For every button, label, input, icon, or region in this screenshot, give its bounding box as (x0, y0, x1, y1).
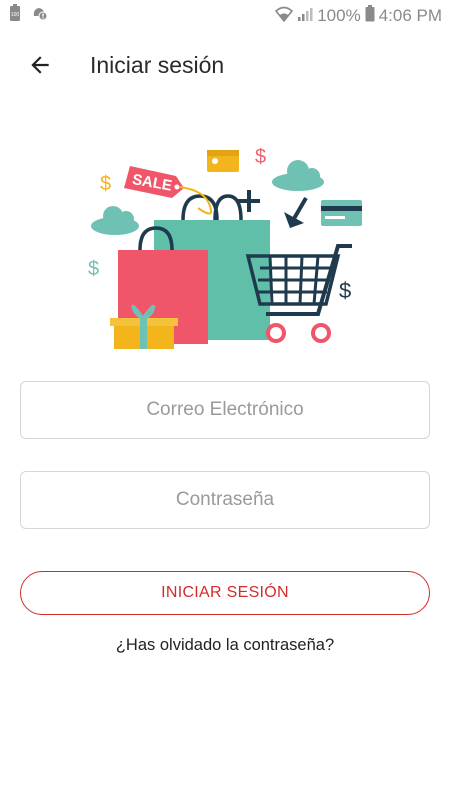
page-title: Iniciar sesión (90, 51, 225, 78)
alert-notification-icon (30, 4, 48, 27)
email-field-container (20, 381, 430, 439)
dollar-icon: $ (88, 258, 99, 280)
status-left: 100 (8, 3, 48, 27)
arrow-down-icon (284, 196, 308, 228)
email-field[interactable] (21, 382, 429, 438)
cloud-right-icon (272, 160, 324, 191)
back-button[interactable] (12, 37, 68, 93)
sale-tag-icon: SALE (124, 166, 213, 215)
shopping-cart-icon (245, 244, 352, 316)
dollar-icon: $ (339, 278, 351, 303)
wallet-icon (207, 150, 239, 172)
status-bar: 100 100% 4:06 PM (0, 0, 450, 30)
battery-100-notification-icon: 100 (8, 3, 22, 27)
svg-text:100: 100 (11, 12, 20, 18)
signal-icon (297, 6, 313, 25)
forgot-password-link[interactable]: ¿Has olvidado la contraseña? (0, 636, 450, 655)
dollar-icon: $ (255, 146, 266, 168)
credit-card-icon (321, 200, 362, 226)
arrow-left-icon (31, 56, 49, 74)
battery-percent: 100% (317, 5, 361, 25)
app-bar: Iniciar sesión (0, 36, 450, 94)
clock: 4:06 PM (378, 5, 442, 25)
battery-icon (365, 5, 375, 25)
cart-wheel-icon (266, 323, 331, 343)
dollar-icon: $ (100, 173, 111, 195)
cloud-left-icon (91, 206, 139, 235)
login-button[interactable]: INICIAR SESIÓN (20, 571, 430, 615)
password-field[interactable] (21, 472, 429, 528)
wifi-icon (275, 6, 294, 25)
shopping-illustration: $ $ $ $ SALE (80, 128, 370, 358)
password-field-container (20, 471, 430, 529)
status-right: 100% 4:06 PM (275, 5, 442, 25)
